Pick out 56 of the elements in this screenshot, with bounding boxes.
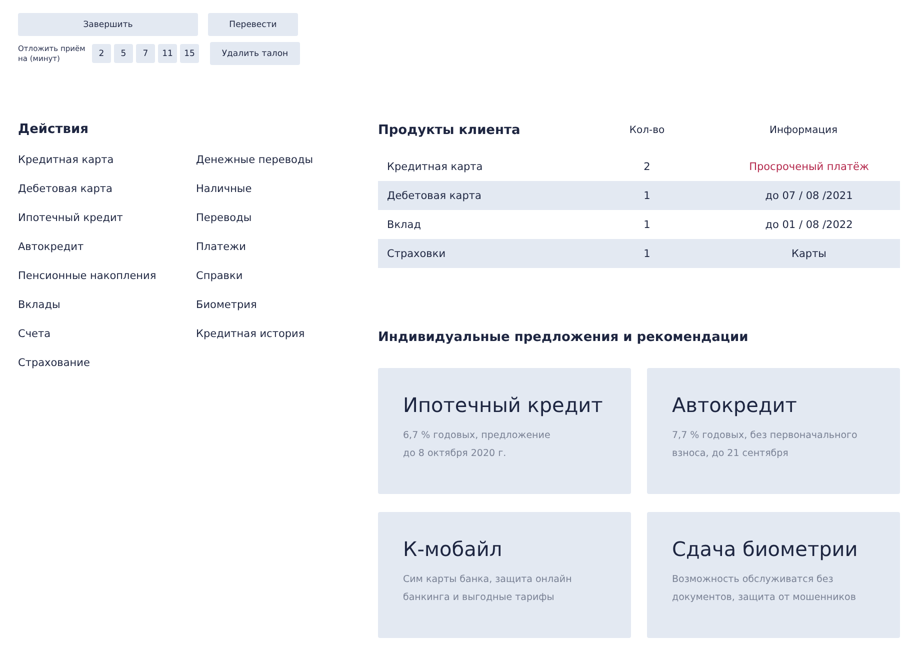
- action-link[interactable]: Дебетовая карта: [18, 182, 196, 211]
- offer-card[interactable]: Ипотечный кредит 6,7 % годовых, предложение до 8 октября 2020 г.: [378, 368, 631, 494]
- table-cell-text: 1: [642, 218, 652, 230]
- table-cell-text: до 07 / 08 /2021: [764, 190, 854, 202]
- action-link[interactable]: Автокредит: [18, 240, 196, 269]
- action-link[interactable]: Счета: [18, 327, 196, 356]
- minutes-button[interactable]: 11: [158, 44, 177, 63]
- offer-card[interactable]: К-мобайл Сим карты банка, защита онлайн банкинга и выгодные тарифы: [378, 512, 631, 638]
- offer-description: Возможность обслуживатся без: [672, 573, 834, 587]
- offer-description: 6,7 % годовых, предложение: [403, 429, 552, 443]
- actions-heading: Действия: [18, 121, 90, 139]
- table-cell-text: Вклад: [387, 218, 422, 230]
- table-cell-text: Дебетовая карта: [387, 190, 482, 202]
- offers-heading: Индивидуальные предложения и рекомендации: [378, 329, 750, 347]
- action-link[interactable]: Вклады: [18, 298, 196, 327]
- offer-description: взноса, до 21 сентября: [672, 447, 790, 461]
- offer-description: Сим карты банка, защита онлайн: [403, 573, 573, 587]
- table-cell-text: 1: [642, 190, 652, 202]
- offer-description: документов, защита от мошенников: [672, 591, 857, 605]
- finish-button[interactable]: Завершить: [18, 13, 198, 36]
- action-link[interactable]: Страхование: [18, 356, 196, 385]
- delete-ticket-button[interactable]: Удалить талон: [210, 42, 300, 65]
- action-link[interactable]: Биометрия: [196, 298, 374, 327]
- table-cell-text: Просроченый платёж: [748, 160, 870, 172]
- table-cell-text: до 01 / 08 /2022: [764, 218, 854, 230]
- action-link[interactable]: Платежи: [196, 240, 374, 269]
- offer-card[interactable]: Сдача биометрии Возможность обслуживатся без документов, защита от мошенников: [647, 512, 900, 638]
- table-cell-text: Карты: [790, 248, 828, 260]
- offer-description: до 8 октября 2020 г.: [403, 447, 508, 461]
- offer-title: Сдача биометрии: [672, 537, 859, 561]
- action-link[interactable]: Кредитная карта: [18, 153, 196, 182]
- column-header: Кол-во: [628, 124, 666, 136]
- column-header: Информация: [768, 124, 839, 136]
- transfer-button[interactable]: Перевести: [208, 13, 298, 36]
- action-link[interactable]: Кредитная история: [196, 327, 374, 356]
- offer-description: 7,7 % годовых, без первоначального: [672, 429, 858, 443]
- action-link[interactable]: Переводы: [196, 211, 374, 240]
- offer-description: банкинга и выгодные тарифы: [403, 591, 556, 605]
- products-heading: Продукты клиента: [378, 122, 522, 138]
- table-cell-text: 2: [642, 160, 652, 172]
- action-link[interactable]: Наличные: [196, 182, 374, 211]
- offer-title: Ипотечный кредит: [403, 393, 604, 417]
- action-link[interactable]: Ипотечный кредит: [18, 211, 196, 240]
- action-link[interactable]: Справки: [196, 269, 374, 298]
- offer-title: Автокредит: [672, 393, 798, 417]
- table-cell-text: 1: [642, 248, 652, 260]
- offer-card[interactable]: Автокредит 7,7 % годовых, без первоначального взноса, до 21 сентября: [647, 368, 900, 494]
- minutes-button[interactable]: 2: [92, 44, 111, 63]
- minutes-button[interactable]: 7: [136, 44, 155, 63]
- table-cell-text: Страховки: [387, 248, 447, 260]
- minutes-button[interactable]: 15: [180, 44, 199, 63]
- minutes-button[interactable]: 5: [114, 44, 133, 63]
- action-link[interactable]: Пенсионные накопления: [18, 269, 196, 298]
- action-link[interactable]: Денежные переводы: [196, 153, 374, 182]
- offer-title: К-мобайл: [403, 537, 504, 561]
- table-cell-text: Кредитная карта: [387, 160, 484, 172]
